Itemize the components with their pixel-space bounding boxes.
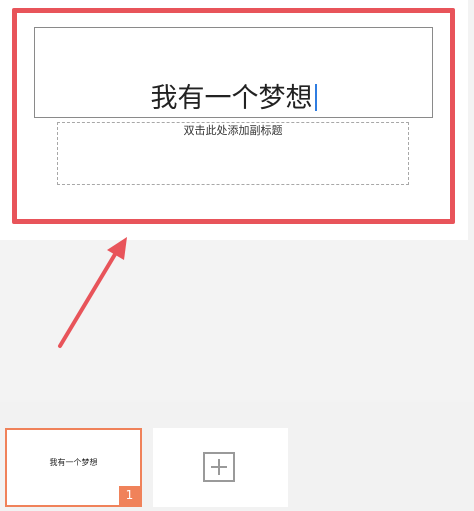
arrow-icon: [58, 237, 127, 348]
thumbnail-title: 我有一个梦想: [49, 458, 98, 467]
slide-number-badge: 1: [119, 486, 140, 505]
slide-canvas-area: 我有一个梦想 双击此处添加副标题: [0, 0, 474, 402]
slide-thumbnail-strip: 我有一个梦想 1: [0, 402, 474, 511]
slide-thumbnail-1[interactable]: 我有一个梦想 1: [5, 428, 142, 507]
plus-icon: [203, 452, 235, 482]
add-slide-button[interactable]: [153, 428, 288, 507]
